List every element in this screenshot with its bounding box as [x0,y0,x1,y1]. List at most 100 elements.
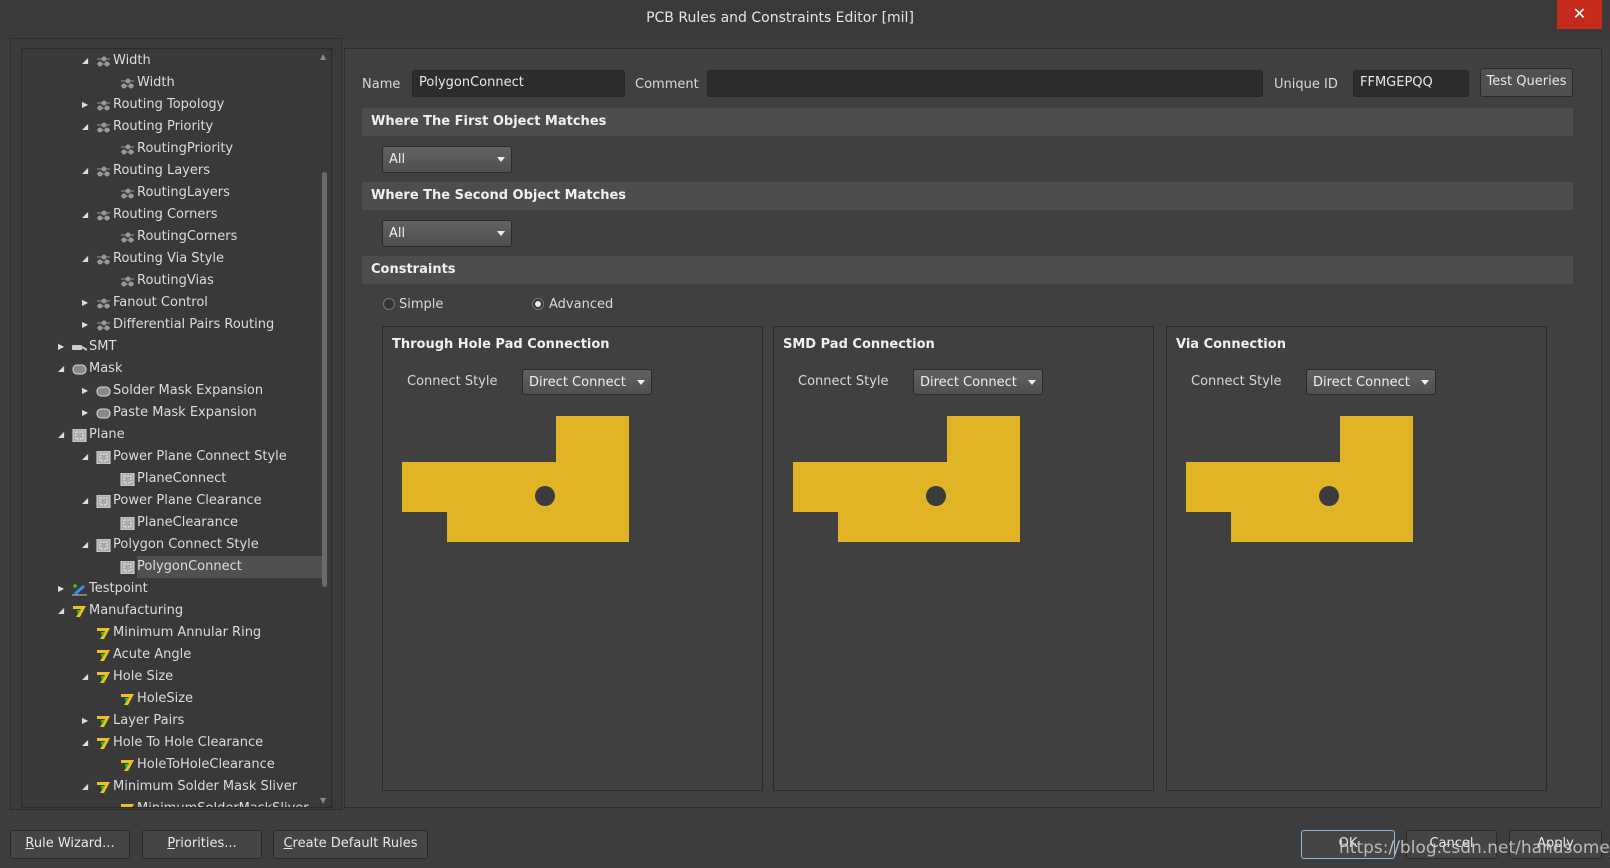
tree-item-label: Solder Mask Expansion [113,383,264,398]
collapse-arrow-icon[interactable]: ◢ [82,534,92,556]
scroll-down-icon[interactable]: ▼ [320,796,326,805]
mask-rule-icon [96,384,111,397]
tree-item[interactable]: ◢ Hole To Hole Clearance [22,732,322,754]
collapse-arrow-icon[interactable]: ◢ [82,248,92,270]
tree-item[interactable]: HoleToHoleClearance [22,754,322,776]
name-label: Name [362,77,401,92]
tree-item[interactable]: Acute Angle [22,644,322,666]
close-icon[interactable]: ✕ [1557,0,1602,29]
tree-item[interactable]: ◢ Polygon Connect Style [22,534,322,556]
tree-item-label: Layer Pairs [113,713,185,728]
tree-item[interactable]: ◢ Routing Via Style [22,248,322,270]
unique-id-label: Unique ID [1274,77,1338,92]
unique-id-input[interactable]: FFMGEPQQ [1353,70,1469,97]
collapse-arrow-icon[interactable]: ◢ [82,204,92,226]
tree-item-label: RoutingPriority [137,141,234,156]
tree-item-label: Paste Mask Expansion [113,405,257,420]
chevron-down-icon [497,231,505,236]
connect-style-label: Connect Style [407,374,498,389]
collapse-arrow-icon[interactable]: ◢ [82,490,92,512]
tree-item-label: RoutingLayers [137,185,230,200]
second-match-dropdown[interactable]: All [382,220,512,247]
tree-item[interactable]: ▶ Solder Mask Expansion [22,380,322,402]
tree-item[interactable]: ▶ Layer Pairs [22,710,322,732]
tree-item[interactable]: PolygonConnect [22,556,322,578]
advanced-label: Advanced [549,297,614,312]
advanced-radio[interactable] [532,298,544,310]
tree-item[interactable]: PlaneClearance [22,512,322,534]
tree-item[interactable]: ◢ Manufacturing [22,600,322,622]
collapse-arrow-icon[interactable]: ◢ [58,600,68,622]
tree-item[interactable]: ◢ Plane [22,424,322,446]
collapse-arrow-icon[interactable]: ◢ [82,160,92,182]
tree-item[interactable]: RoutingCorners [22,226,322,248]
rules-tree[interactable]: ◢ Width Width ▶ Routing Topology ◢ Routing Pri… [21,48,332,808]
tree-item[interactable]: ◢ Width [22,50,322,72]
tree-item[interactable]: ◢ Routing Layers [22,160,322,182]
connect-style-dropdown[interactable]: Direct Connect [522,369,652,395]
routing-rule-icon [96,164,111,177]
panel-title: Via Connection [1176,337,1286,352]
tree-item[interactable]: ◢ Routing Corners [22,204,322,226]
tree-item[interactable]: ◢ Minimum Solder Mask Sliver [22,776,322,798]
connect-style-value: Direct Connect [1313,375,1410,390]
connect-style-dropdown[interactable]: Direct Connect [1306,369,1436,395]
tree-item[interactable]: ◢ Hole Size [22,666,322,688]
tree-item[interactable]: Minimum Annular Ring [22,622,322,644]
tree-item[interactable]: HoleSize [22,688,322,710]
comment-input[interactable] [707,70,1263,97]
collapse-arrow-icon[interactable]: ◢ [82,666,92,688]
tree-item[interactable]: ▶ SMT [22,336,322,358]
tree-item[interactable]: ◢ Mask [22,358,322,380]
tree-item-label: Routing Topology [113,97,225,112]
expand-arrow-icon[interactable]: ▶ [82,710,92,732]
tree-item[interactable]: RoutingPriority [22,138,322,160]
mfg-rule-icon [96,670,111,683]
test-queries-button[interactable]: Test Queries [1480,68,1573,97]
priorities-button[interactable]: Priorities... [142,830,262,859]
collapse-arrow-icon[interactable]: ◢ [82,116,92,138]
tree-item[interactable]: ▶ Paste Mask Expansion [22,402,322,424]
tree-item[interactable]: ▶ Testpoint [22,578,322,600]
expand-arrow-icon[interactable]: ▶ [82,292,92,314]
expand-arrow-icon[interactable]: ▶ [82,314,92,336]
tree-item[interactable]: PlaneConnect [22,468,322,490]
tree-item[interactable]: ▶ Fanout Control [22,292,322,314]
tree-item[interactable]: RoutingLayers [22,182,322,204]
tree-item[interactable]: ◢ Power Plane Clearance [22,490,322,512]
expand-arrow-icon[interactable]: ▶ [82,402,92,424]
expand-arrow-icon[interactable]: ▶ [82,94,92,116]
first-match-dropdown[interactable]: All [382,146,512,173]
create-mnemonic: C [283,836,293,851]
tree-item[interactable]: ▶ Routing Topology [22,94,322,116]
name-input[interactable]: PolygonConnect [412,70,625,97]
rule-wizard-button[interactable]: Rule Wizard... [10,830,130,859]
tree-item-label: PlaneClearance [137,515,239,530]
tree-item-label: Routing Via Style [113,251,224,266]
tree-item-label: Mask [89,361,123,376]
collapse-arrow-icon[interactable]: ◢ [82,446,92,468]
expand-arrow-icon[interactable]: ▶ [82,380,92,402]
tree-scrollbar[interactable] [322,172,327,587]
plane-rule-icon [96,450,111,465]
expand-arrow-icon[interactable]: ▶ [58,336,68,358]
collapse-arrow-icon[interactable]: ◢ [58,424,68,446]
tree-item[interactable]: ◢ Routing Priority [22,116,322,138]
tree-item[interactable]: MinimumSolderMaskSliver [22,798,322,807]
collapse-arrow-icon[interactable]: ◢ [82,732,92,754]
collapse-arrow-icon[interactable]: ◢ [82,776,92,798]
expand-arrow-icon[interactable]: ▶ [58,578,68,600]
connect-style-dropdown[interactable]: Direct Connect [913,369,1043,395]
tree-item[interactable]: ▶ Differential Pairs Routing [22,314,322,336]
tree-item-label: Manufacturing [89,603,184,618]
plane-rule-icon [72,428,87,443]
tree-item[interactable]: ◢ Power Plane Connect Style [22,446,322,468]
simple-radio[interactable] [383,298,395,310]
collapse-arrow-icon[interactable]: ◢ [82,50,92,72]
create-default-rules-button[interactable]: Create Default Rules [273,830,428,859]
collapse-arrow-icon[interactable]: ◢ [58,358,68,380]
tree-item[interactable]: RoutingVias [22,270,322,292]
tree-item-label: Routing Corners [113,207,218,222]
scroll-up-icon[interactable]: ▲ [320,52,326,61]
tree-item[interactable]: Width [22,72,322,94]
